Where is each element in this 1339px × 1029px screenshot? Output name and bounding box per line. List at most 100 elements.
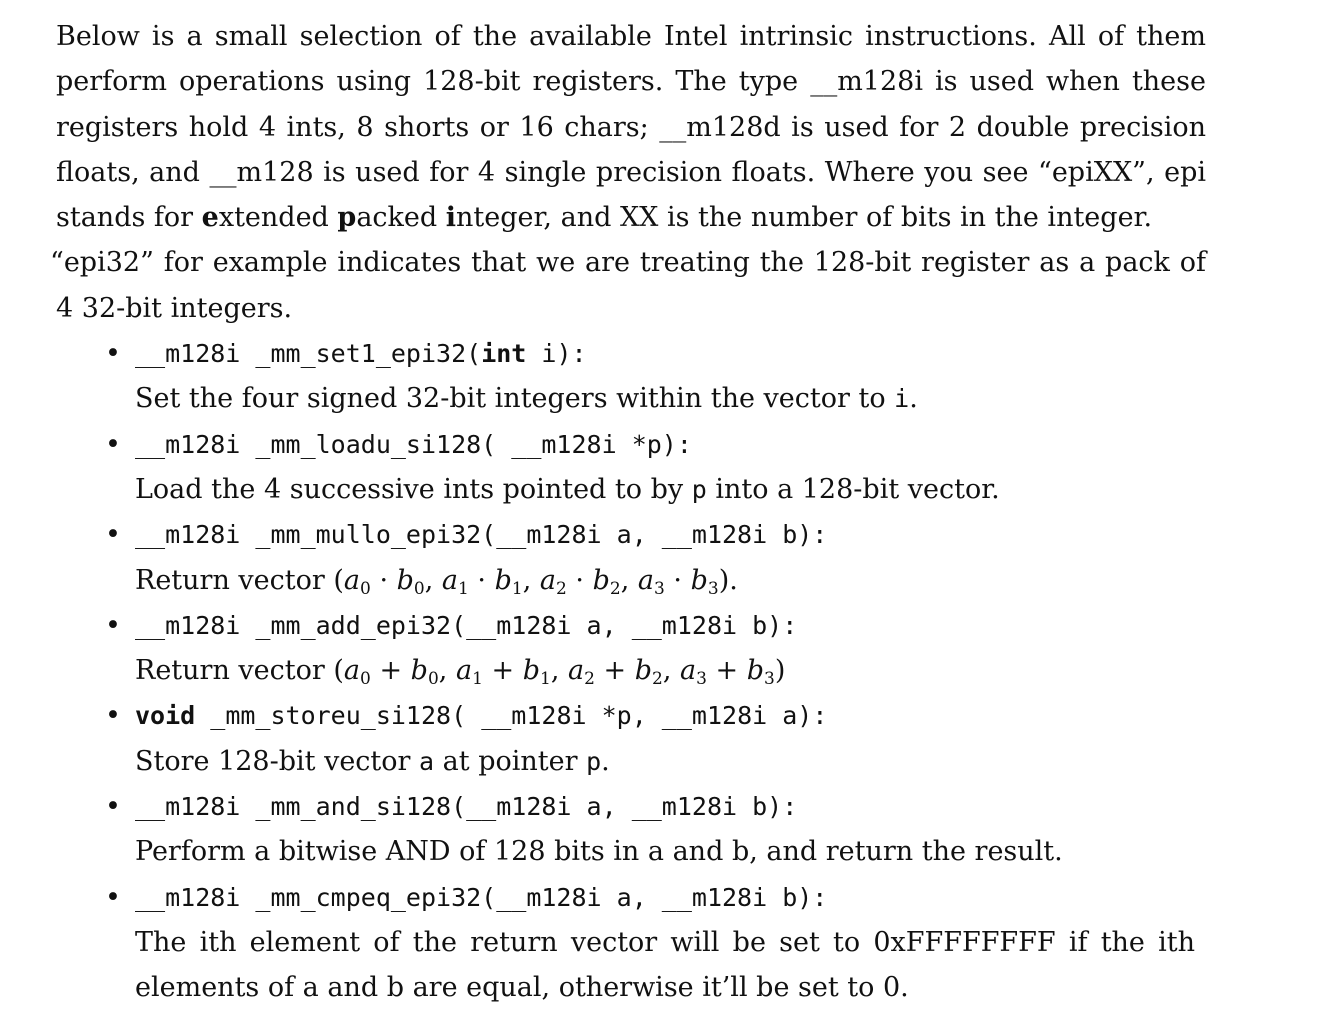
description-cmpeq-epi32: The ith element of the return vector wil… xyxy=(135,926,1195,1004)
sig-rest: _mm_storeu_si128( __m128i *p, __m128i a)… xyxy=(195,701,828,731)
bullet-icon: • xyxy=(105,428,121,460)
signature-storeu-si128: void _mm_storeu_si128( __m128i *p, __m12… xyxy=(135,693,1206,738)
intro-open-quote: “ xyxy=(50,247,64,279)
desc-text-mid: at pointer xyxy=(434,745,587,777)
description-and-si128: Perform a bitwise AND of 128 bits in a a… xyxy=(135,836,1063,868)
math-separator: , xyxy=(620,564,638,596)
math-var: b xyxy=(746,655,765,687)
desc-code-p: p xyxy=(586,746,602,776)
math-operator: + xyxy=(482,655,523,687)
math-var: b xyxy=(494,564,512,596)
math-subscript: 2 xyxy=(584,669,595,690)
math-expression-product: (a0 · b0, a1 · b1, a2 · b2, a3 · b3) xyxy=(333,564,730,599)
intro-text-xtended: xtended xyxy=(218,202,338,234)
signature-set1-epi32: __m128i _mm_set1_epi32(int i): xyxy=(135,331,1206,376)
math-var: a xyxy=(455,655,473,687)
desc-text-end: . xyxy=(729,564,738,596)
sig-return-type: __m128i xyxy=(135,339,241,369)
math-operator: + xyxy=(706,655,747,687)
desc-text-end: . xyxy=(909,383,918,415)
math-operator: · xyxy=(566,564,593,596)
math-var: b xyxy=(522,655,540,687)
list-item-loadu-si128: • __m128i _mm_loadu_si128( __m128i *p): … xyxy=(105,422,1206,513)
bullet-icon: • xyxy=(105,881,121,913)
sig-args: i): xyxy=(526,339,587,369)
math-separator: , xyxy=(550,655,568,687)
intro-text-2: epi32” for example indicates that we are… xyxy=(56,247,1206,324)
math-operator: + xyxy=(370,655,411,687)
intrinsics-list: • __m128i _mm_set1_epi32(int i): Set the… xyxy=(56,331,1206,1010)
bullet-icon: • xyxy=(105,609,121,641)
bullet-icon: • xyxy=(105,338,121,370)
list-item-cmpeq-epi32: • __m128i _mm_cmpeq_epi32(__m128i a, __m… xyxy=(105,875,1206,1011)
desc-text: Return vector xyxy=(135,564,334,596)
intro-text-acked: acked xyxy=(356,202,446,234)
math-paren-open: ( xyxy=(333,655,344,687)
desc-text: Return vector xyxy=(135,655,334,687)
description-add-epi32: Return vector (a0 + b0, a1 + b1, a2 + b2… xyxy=(135,648,1206,693)
description-storeu-si128: Store 128-bit vector a at pointer p. xyxy=(135,739,1206,784)
signature-add-epi32: __m128i _mm_add_epi32(__m128i a, __m128i… xyxy=(135,610,798,640)
math-var: a xyxy=(539,564,556,596)
list-item-storeu-si128: • void _mm_storeu_si128( __m128i *p, __m… xyxy=(105,693,1206,784)
intro-bold-e: e xyxy=(201,202,219,234)
math-subscript: 1 xyxy=(472,669,483,690)
intro-bold-i: i xyxy=(445,202,457,234)
desc-text-end: into a 128-bit vector. xyxy=(706,473,1000,505)
signature-loadu-si128: __m128i _mm_loadu_si128( __m128i *p): xyxy=(135,429,692,459)
sig-keyword-void: void xyxy=(135,701,196,731)
intro-paragraph: Below is a small selection of the availa… xyxy=(50,14,1206,331)
math-terms: a0 · b0, a1 · b1, a2 · b2, a3 · b3 xyxy=(343,564,719,599)
math-subscript: 3 xyxy=(653,578,665,599)
signature-cmpeq-epi32: __m128i _mm_cmpeq_epi32(__m128i a, __m12… xyxy=(135,882,828,912)
math-var: b xyxy=(690,564,708,596)
math-subscript: 0 xyxy=(360,578,371,599)
desc-text: Load the 4 successive ints pointed to by xyxy=(135,473,692,505)
math-subscript: 0 xyxy=(427,669,439,690)
math-separator: , xyxy=(522,564,540,596)
math-subscript: 0 xyxy=(360,669,371,690)
math-subscript: 2 xyxy=(652,669,663,690)
desc-code-p: p xyxy=(691,474,707,504)
math-subscript: 0 xyxy=(413,578,425,599)
math-paren-open: ( xyxy=(333,564,344,596)
math-paren-close: ) xyxy=(718,564,730,596)
math-subscript: 3 xyxy=(707,578,719,599)
sig-function-name: _mm_set1_epi32( xyxy=(240,339,482,369)
math-subscript: 2 xyxy=(556,578,567,599)
math-var: a xyxy=(567,655,585,687)
list-item-set1-epi32: • __m128i _mm_set1_epi32(int i): Set the… xyxy=(105,331,1206,422)
bullet-icon: • xyxy=(105,791,121,823)
description-mullo-epi32: Return vector (a0 · b0, a1 · b1, a2 · b2… xyxy=(135,558,1206,603)
math-var: b xyxy=(592,564,610,596)
math-var: b xyxy=(634,655,653,687)
signature-mullo-epi32: __m128i _mm_mullo_epi32(__m128i a, __m12… xyxy=(135,520,828,550)
intro-bold-p: p xyxy=(337,202,357,234)
description-set1-epi32: Set the four signed 32-bit integers with… xyxy=(135,376,1206,421)
math-terms: a0 + b0, a1 + b1, a2 + b2, a3 + b3 xyxy=(343,655,775,690)
math-var: a xyxy=(680,655,697,687)
math-var: a xyxy=(441,564,459,596)
bullet-icon: • xyxy=(105,700,121,732)
desc-code-a: a xyxy=(419,746,435,776)
math-var: a xyxy=(343,564,361,596)
desc-text: Store 128-bit vector xyxy=(135,745,420,777)
math-expression-sum: (a0 + b0, a1 + b1, a2 + b2, a3 + b3) xyxy=(333,655,785,690)
intro-text-nteger: nteger, and XX is the number of bits in … xyxy=(456,202,1153,234)
math-operator: · xyxy=(370,564,397,596)
desc-text: Set the four signed 32-bit integers with… xyxy=(135,383,895,415)
desc-text-end: . xyxy=(601,745,610,777)
math-subscript: 3 xyxy=(764,669,775,690)
math-subscript: 1 xyxy=(458,578,469,599)
list-item-and-si128: • __m128i _mm_and_si128(__m128i a, __m12… xyxy=(105,784,1206,875)
math-separator: , xyxy=(662,655,681,687)
math-var: a xyxy=(637,564,654,596)
math-var: a xyxy=(343,655,361,687)
list-item-mullo-epi32: • __m128i _mm_mullo_epi32(__m128i a, __m… xyxy=(105,512,1206,603)
math-separator: , xyxy=(424,564,442,596)
math-subscript: 3 xyxy=(696,669,707,690)
signature-and-si128: __m128i _mm_and_si128(__m128i a, __m128i… xyxy=(135,792,798,822)
math-subscript: 1 xyxy=(539,669,551,690)
math-subscript: 2 xyxy=(609,578,621,599)
math-operator: + xyxy=(594,655,635,687)
